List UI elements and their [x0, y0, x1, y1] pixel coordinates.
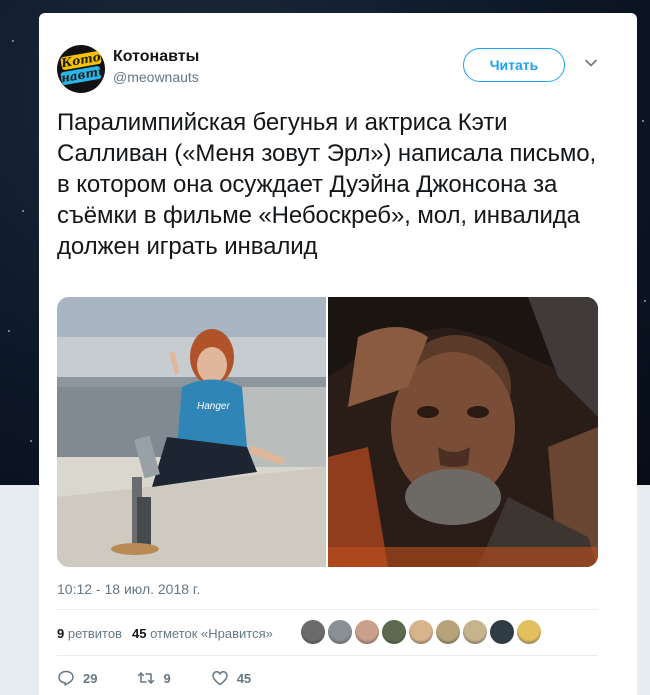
photo-man-portrait[interactable] [328, 297, 598, 567]
tweet-stats: 9 ретвитов 45 отметок «Нравится» [57, 625, 273, 641]
follow-button[interactable]: Читать [463, 48, 565, 82]
liker-avatar[interactable] [517, 620, 541, 644]
liker-avatar[interactable] [409, 620, 433, 644]
photo-woman-sitting[interactable]: Hanger [57, 297, 326, 567]
heart-icon [211, 671, 228, 686]
divider-top [57, 609, 598, 610]
photo-right-illustration [328, 297, 598, 567]
retweet-button[interactable]: 9 [137, 669, 171, 687]
retweets-stat[interactable]: 9 ретвитов [57, 626, 122, 641]
shirt-text: Hanger [197, 401, 230, 412]
liker-avatar[interactable] [328, 620, 352, 644]
account-handle[interactable]: @meownauts [113, 69, 199, 85]
chevron-down-icon[interactable] [583, 55, 599, 71]
liker-avatar[interactable] [382, 620, 406, 644]
retweets-label: ретвитов [67, 625, 122, 641]
likes-label: отметок «Нравится» [150, 625, 273, 641]
liker-avatar[interactable] [355, 620, 379, 644]
tweet-timestamp[interactable]: 10:12 - 18 июл. 2018 г. [57, 581, 200, 597]
avatar[interactable]: Кото навты [57, 45, 105, 93]
divider-bottom [57, 655, 598, 656]
like-count: 45 [236, 670, 252, 686]
likes-count: 45 [131, 625, 147, 641]
liker-avatars [301, 620, 541, 644]
reply-count: 29 [83, 670, 98, 686]
reply-icon [58, 670, 74, 686]
reply-button[interactable]: 29 [57, 669, 97, 687]
liker-avatar[interactable] [490, 620, 514, 644]
liker-avatar[interactable] [436, 620, 460, 644]
photo-left-illustration: Hanger [57, 297, 326, 567]
liker-avatar[interactable] [463, 620, 487, 644]
likes-stat[interactable]: 45 отметок «Нравится» [132, 626, 273, 641]
retweet-icon [138, 672, 155, 684]
tweet-actions: 29 9 45 [57, 669, 291, 687]
liker-avatar[interactable] [301, 620, 325, 644]
retweet-count: 9 [163, 670, 171, 686]
tweet-card: Кото навты Котонавты @meownauts Читать П… [39, 13, 637, 695]
like-button[interactable]: 45 [211, 669, 251, 687]
retweets-count: 9 [57, 625, 65, 641]
tweet-text: Паралимпийская бегунья и актриса Кэти Са… [57, 109, 597, 260]
tweet-media[interactable]: Hanger [57, 297, 598, 567]
account-name[interactable]: Котонавты [113, 48, 199, 66]
